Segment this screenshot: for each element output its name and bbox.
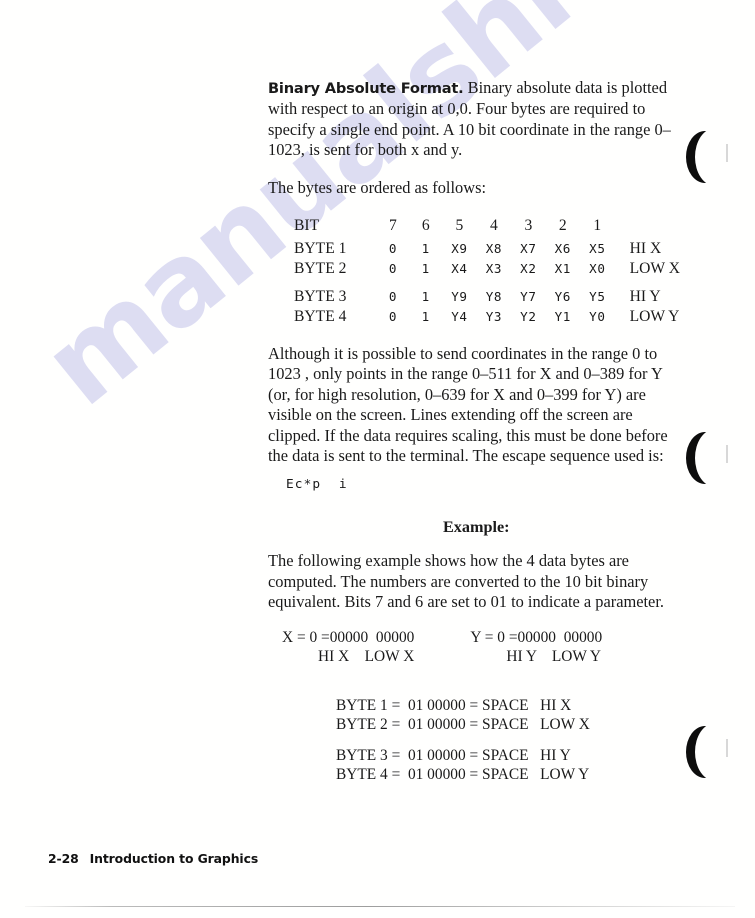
byte2-bit6: 1 (421, 260, 430, 276)
byte-computation-line-4: BYTE 4 = 01 00000 = SPACE LOW Y (336, 765, 680, 784)
example-heading: Example: (443, 518, 510, 537)
footer-chapter-title: Introduction to Graphics (89, 851, 259, 866)
bit-table-header-row: BIT 7 6 5 4 3 2 1 (294, 212, 680, 239)
order-intro-paragraph: The bytes are ordered as follows: (268, 177, 487, 197)
byte-computation-line-2: BYTE 2 = 01 00000 = SPACE LOW X (336, 715, 680, 734)
byte4-bit2: Y1 (554, 308, 571, 324)
bit-header-7: 7 (389, 217, 397, 235)
byte1-bit6: 1 (421, 241, 430, 257)
byte4-label: BYTE 4 (294, 307, 347, 325)
y-coordinate-labels: HI Y LOW Y (506, 647, 601, 665)
byte-computation-text-1: BYTE 1 = 01 00000 = SPACE (336, 696, 529, 714)
bit-table-spacer (294, 278, 680, 287)
byte1-tail: HI X (629, 240, 662, 258)
byte3-bit6: 1 (421, 289, 430, 305)
byte-computation-line-3: BYTE 3 = 01 00000 = SPACE HI Y (336, 746, 680, 765)
byte-computation-text-2: BYTE 2 = 01 00000 = SPACE (336, 716, 529, 734)
range-paragraph: Although it is possible to send coordina… (268, 344, 668, 466)
byte4-bit1: Y0 (589, 308, 606, 324)
byte2-label: BYTE 2 (294, 259, 347, 277)
y-coordinate-group: Y = 0 =00000 00000 HI Y LOW Y (470, 628, 602, 666)
binding-crescent-artifact-2 (686, 429, 735, 487)
byte-computation-text-3: BYTE 3 = 01 00000 = SPACE (336, 746, 529, 764)
byte1-bit2: X6 (554, 241, 571, 257)
binding-crescent-artifact-1 (686, 128, 735, 186)
example-paragraph: The following example shows how the 4 da… (268, 551, 664, 612)
byte1-bit1: X5 (589, 241, 606, 257)
byte2-tail: LOW X (629, 259, 680, 277)
byte3-bit7: 0 (388, 289, 397, 305)
byte3-bit4: Y8 (485, 289, 503, 305)
byte-computation-text-4: BYTE 4 = 01 00000 = SPACE (336, 765, 529, 783)
document-page: manualshive.com Binary Absolute Format. … (0, 0, 755, 918)
bit-header-3: 3 (524, 217, 533, 235)
footer-page-number: 2-28 (48, 851, 79, 866)
binding-crescent-artifact-3 (686, 723, 735, 781)
bit-order-table: BIT 7 6 5 4 3 2 1 BYTE 1 0 1 X9 X8 X7 X6… (294, 212, 680, 326)
binding-crescent-speck-2 (726, 445, 728, 463)
x-coordinate-labels: HI X LOW X (318, 647, 415, 665)
bit-header-2: 2 (558, 217, 567, 235)
intro-paragraph: Binary Absolute Format. Binary absolute … (268, 78, 680, 161)
bit-header-5: 5 (455, 217, 464, 235)
byte2-bit1: X0 (589, 260, 606, 276)
byte3-bit3: Y7 (520, 289, 537, 305)
byte1-label: BYTE 1 (294, 240, 347, 258)
escape-sequence-code: Ec*p i (286, 477, 348, 493)
section-heading: Binary Absolute Format. (268, 80, 464, 97)
byte-computation-tail-4: LOW Y (540, 765, 590, 783)
byte1-bit7: 0 (388, 241, 397, 257)
byte-computation-block: BYTE 1 = 01 00000 = SPACE HI X BYTE 2 = … (336, 696, 680, 785)
byte4-tail: LOW Y (629, 307, 680, 325)
byte-computation-tail-1: HI X (540, 696, 572, 714)
byte2-bit4: X3 (485, 260, 503, 276)
x-coordinate-expression: X = 0 =00000 00000 (282, 628, 415, 646)
byte1-bit4: X8 (485, 241, 503, 257)
bit-header-4: 4 (489, 217, 498, 235)
byte3-bit2: Y6 (554, 289, 571, 305)
byte-computation-spacer (336, 735, 680, 746)
byte3-label: BYTE 3 (294, 288, 347, 306)
bit-table-rowlabel-header: BIT (294, 217, 320, 235)
bit-header-1: 1 (593, 217, 602, 235)
byte4-bit6: 1 (421, 308, 430, 324)
bit-table-tail-header (615, 212, 680, 239)
page-content: Binary Absolute Format. Binary absolute … (268, 78, 680, 784)
binding-crescent-speck-1 (726, 144, 728, 162)
scan-edge-line (25, 906, 735, 907)
byte-computation-line-1: BYTE 1 = 01 00000 = SPACE HI X (336, 696, 680, 715)
byte1-bit5: X9 (451, 241, 468, 257)
coordinate-expression-row: X = 0 =00000 00000 HI X LOW X Y = 0 =000… (268, 628, 680, 666)
byte2-bit5: X4 (451, 260, 468, 276)
bit-table-spacer-cell (294, 278, 680, 287)
byte1-bit3: X7 (520, 241, 537, 257)
byte4-bit4: Y3 (485, 308, 503, 324)
byte2-bit3: X2 (520, 260, 537, 276)
binding-crescent-speck-3 (726, 739, 728, 757)
coordinate-calculation-block: X = 0 =00000 00000 HI X LOW X Y = 0 =000… (268, 628, 680, 666)
byte4-bit7: 0 (388, 308, 397, 324)
bit-header-6: 6 (421, 217, 430, 235)
x-coordinate-group: X = 0 =00000 00000 HI X LOW X (282, 628, 414, 666)
table-row: BYTE 1 0 1 X9 X8 X7 X6 X5 HI X (294, 239, 680, 259)
byte3-tail: HI Y (629, 288, 661, 306)
byte-computation-tail-3: HI Y (540, 746, 571, 764)
byte2-bit7: 0 (388, 260, 397, 276)
byte4-bit3: Y2 (520, 308, 537, 324)
table-row: BYTE 3 0 1 Y9 Y8 Y7 Y6 Y5 HI Y (294, 287, 680, 307)
byte-computation-tail-2: LOW X (540, 716, 590, 734)
byte4-bit5: Y4 (451, 308, 468, 324)
table-row: BYTE 2 0 1 X4 X3 X2 X1 X0 LOW X (294, 259, 680, 279)
byte3-bit1: Y5 (589, 289, 606, 305)
byte2-bit2: X1 (554, 260, 571, 276)
table-row: BYTE 4 0 1 Y4 Y3 Y2 Y1 Y0 LOW Y (294, 307, 680, 327)
y-coordinate-expression: Y = 0 =00000 00000 (470, 628, 603, 646)
byte3-bit5: Y9 (451, 289, 468, 305)
page-footer: 2-28 Introduction to Graphics (48, 851, 258, 866)
